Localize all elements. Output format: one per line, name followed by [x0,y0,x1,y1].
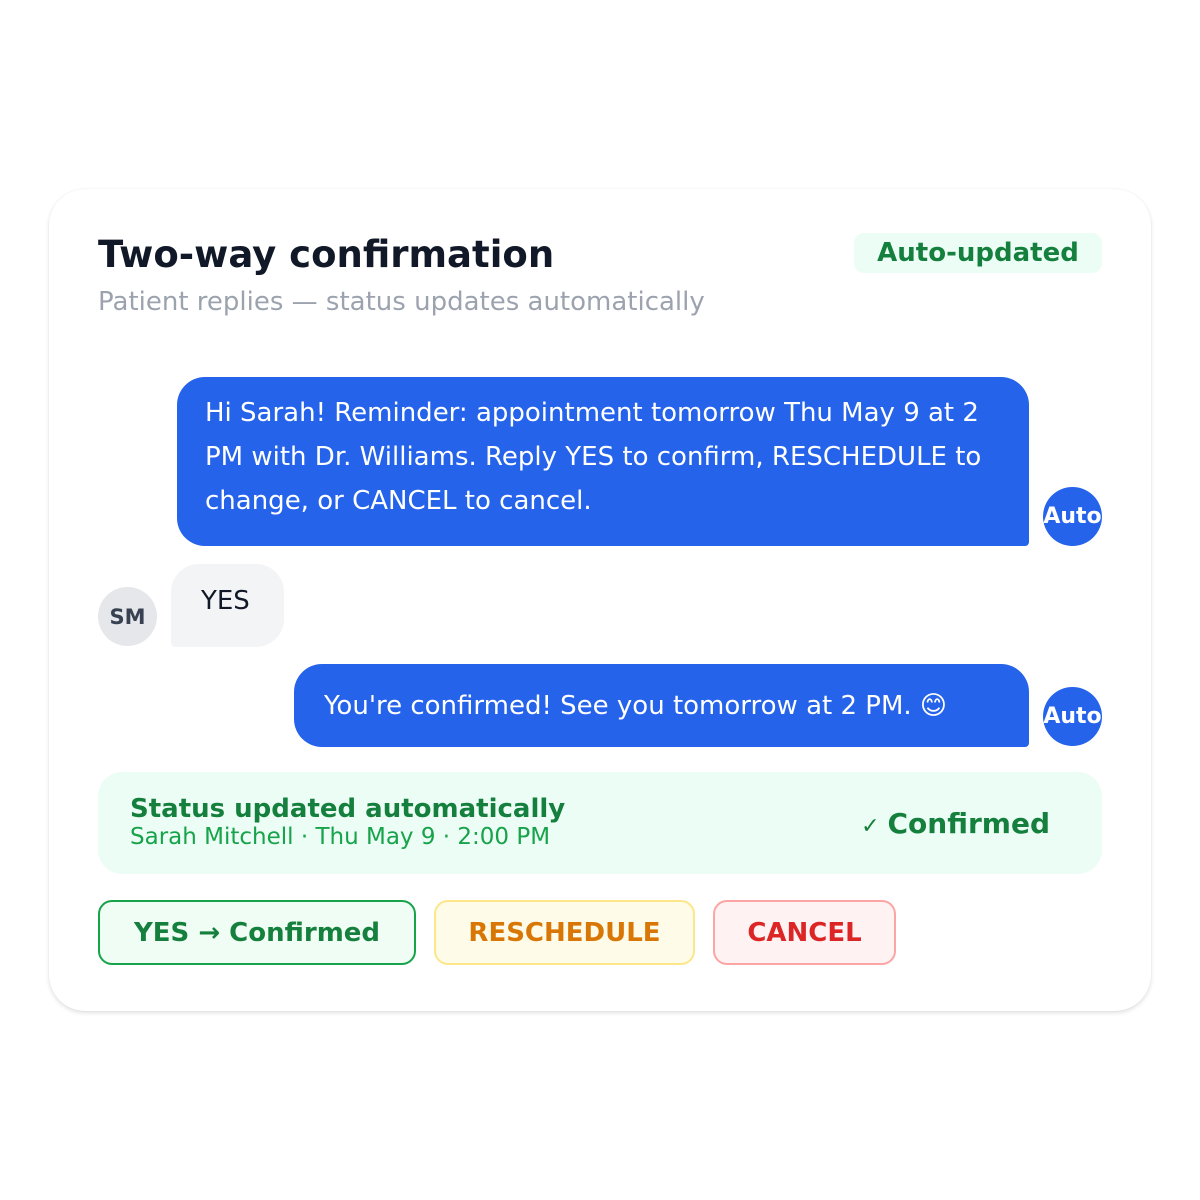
outgoing-message-confirmation: You're confirmed! See you tomorrow at 2 … [294,664,1029,747]
status-state: ✓ Confirmed [861,807,1050,840]
card-subtitle: Patient replies — status updates automat… [98,287,705,317]
auto-avatar: Auto [1043,687,1102,746]
card-title: Two-way confirmation [98,233,555,276]
outgoing-message-reminder: Hi Sarah! Reminder: appointment tomorrow… [177,377,1029,546]
yes-confirmed-button[interactable]: YES → Confirmed [98,900,416,965]
auto-updated-badge: Auto-updated [854,233,1102,273]
incoming-message-reply: YES [171,564,284,647]
status-title: Status updated automatically [130,794,566,824]
status-detail: Sarah Mitchell · Thu May 9 · 2:00 PM [130,824,551,850]
cancel-button[interactable]: CANCEL [713,900,896,965]
status-banner: Status updated automatically Sarah Mitch… [98,772,1102,874]
auto-avatar: Auto [1043,487,1102,546]
patient-avatar: SM [98,587,157,646]
check-icon: ✓ [861,814,880,839]
reschedule-button[interactable]: RESCHEDULE [434,900,695,965]
status-state-label: Confirmed [887,807,1051,840]
confirmation-card: Two-way confirmation Patient replies — s… [49,189,1151,1011]
